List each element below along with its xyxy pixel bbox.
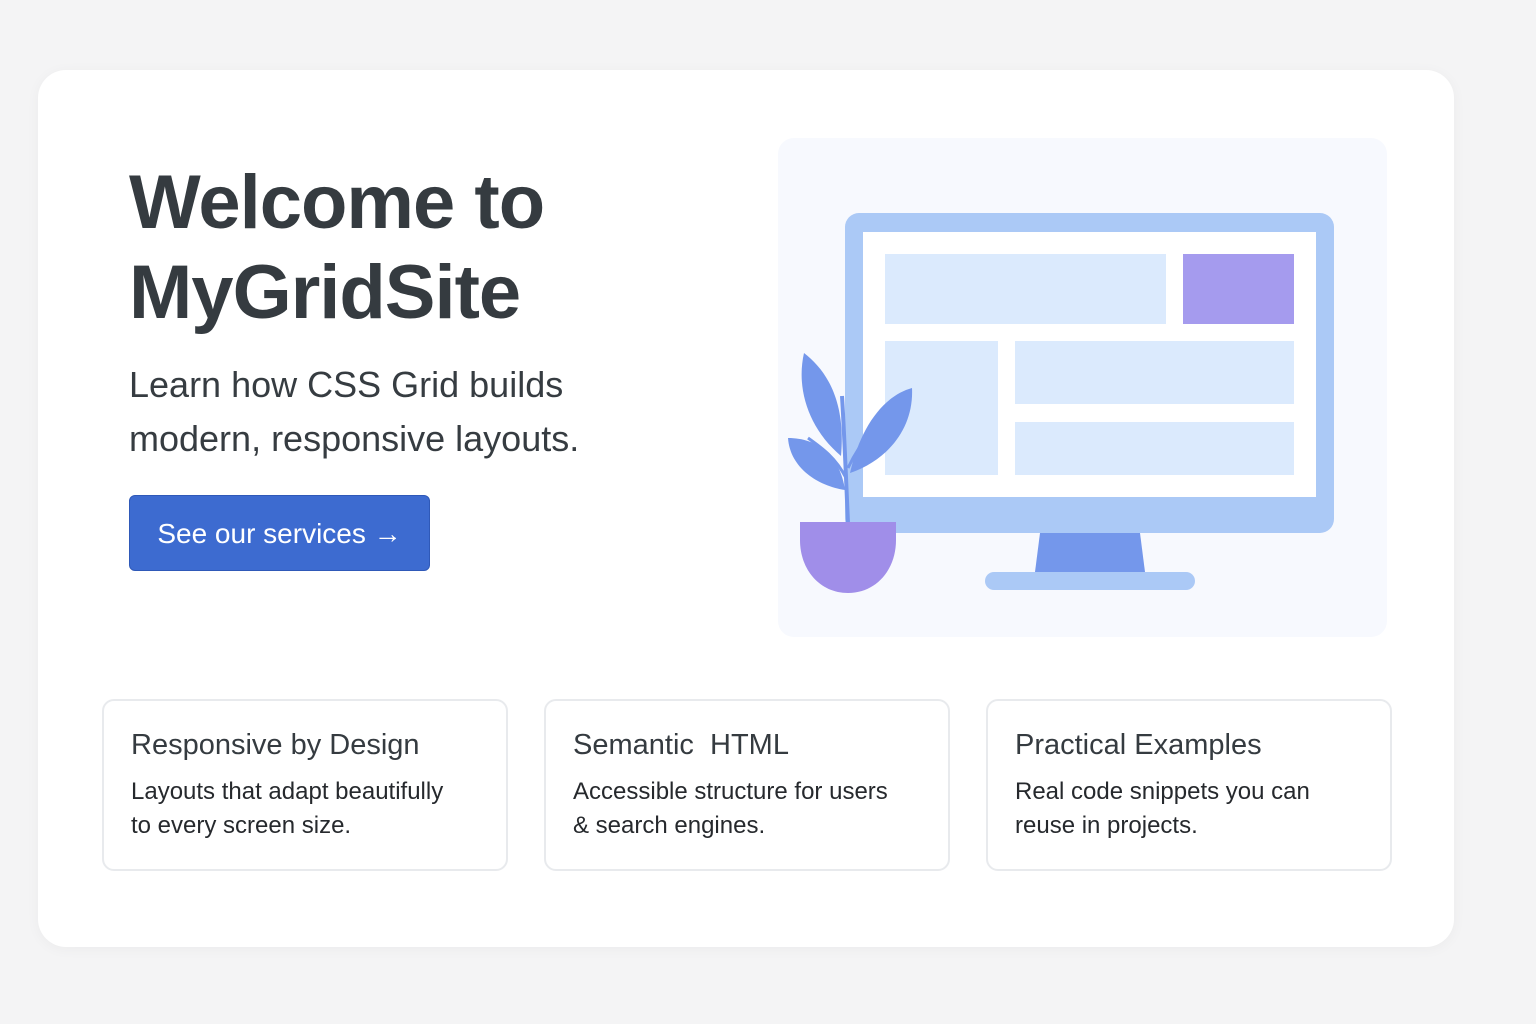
illustration-svg: [788, 213, 1334, 593]
hero-illustration: [778, 138, 1387, 637]
hero-subtitle: Learn how CSS Grid builds modern, respon…: [129, 358, 689, 466]
see-services-button[interactable]: See our services →: [129, 495, 430, 571]
feature-card-examples: Practical Examples Real code snippets yo…: [986, 699, 1392, 871]
feature-description-line1: Accessible structure for users: [573, 778, 888, 805]
hero-subtitle-line1: Learn how CSS Grid builds: [129, 364, 564, 405]
feature-description-line1: Layouts that adapt beautifully: [131, 778, 444, 805]
feature-description-line2: & search engines.: [573, 812, 766, 839]
feature-title: Practical Examples: [1015, 729, 1262, 761]
feature-description-line2: to every screen size.: [131, 812, 352, 839]
feature-title: Responsive by Design: [131, 729, 420, 761]
feature-title: Semantic HTML: [573, 729, 789, 761]
page-title-line1: Welcome to: [129, 160, 545, 245]
hero-card: Welcome to MyGridSite Learn how CSS Grid…: [38, 70, 1454, 947]
hero-subtitle-line2: modern, responsive layouts.: [129, 418, 580, 459]
monitor-icon: [845, 213, 1334, 590]
page-title: Welcome to MyGridSite: [129, 158, 545, 338]
feature-description: Layouts that adapt beautifully to every …: [131, 775, 479, 843]
page-title-line2: MyGridSite: [129, 250, 521, 335]
feature-card-responsive: Responsive by Design Layouts that adapt …: [102, 699, 508, 871]
feature-list: Responsive by Design Layouts that adapt …: [102, 699, 1392, 871]
feature-description: Accessible structure for users & search …: [573, 775, 921, 843]
feature-description-line2: reuse in projects.: [1015, 812, 1198, 839]
feature-description-line1: Real code snippets you can: [1015, 778, 1310, 805]
feature-description: Real code snippets you can reuse in proj…: [1015, 775, 1363, 843]
feature-card-semantic: Semantic HTML Accessible structure for u…: [544, 699, 950, 871]
